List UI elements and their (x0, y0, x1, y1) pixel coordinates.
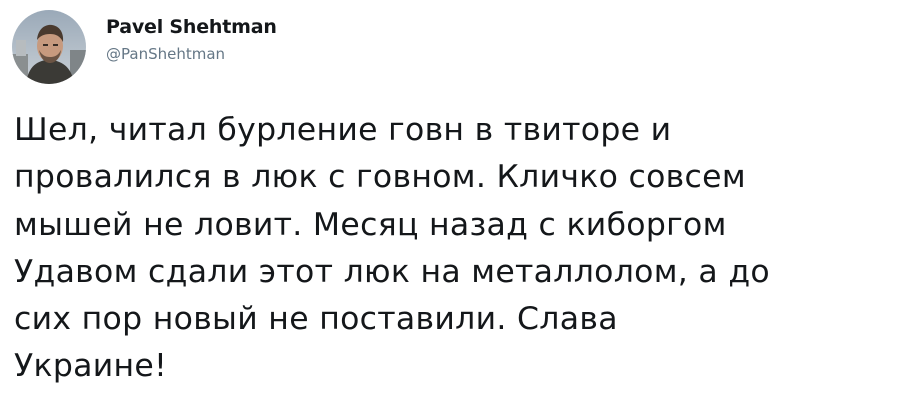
author-display-name[interactable]: Pavel Shehtman (106, 14, 277, 40)
tweet-text-line: Украине! (14, 348, 167, 385)
author-handle[interactable]: @PanShehtman (106, 43, 277, 65)
tweet-text-line: провалился в люк с говном. Кличко совсем (14, 159, 746, 196)
tweet-text: Шел, читал бурление говн в твиторе и про… (14, 107, 884, 391)
tweet-card: Pavel Shehtman @PanShehtman Шел, читал б… (0, 0, 897, 411)
tweet-text-line: Удавом сдали этот люк на металлолом, а д… (14, 253, 770, 290)
user-avatar[interactable] (12, 10, 86, 84)
tweet-text-line: мышей не ловит. Месяц назад с киборгом (14, 206, 727, 243)
tweet-text-line: Шел, читал бурление говн в твиторе и (14, 112, 672, 148)
author-block: Pavel Shehtman @PanShehtman (106, 14, 277, 65)
tweet-text-line: сих пор новый не поставили. Слава (14, 301, 618, 338)
avatar-photo-icon (12, 10, 86, 84)
